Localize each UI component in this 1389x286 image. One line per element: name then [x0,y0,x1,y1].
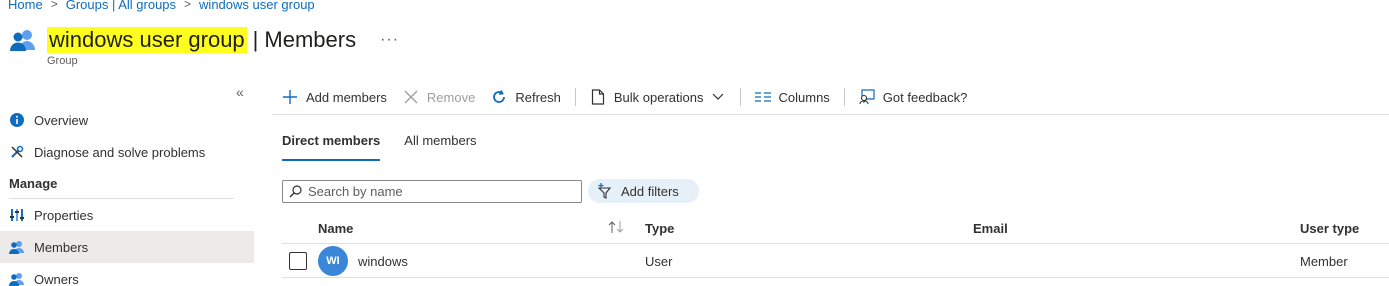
feedback-button[interactable]: Got feedback? [859,84,968,110]
breadcrumb-home[interactable]: Home [8,0,43,12]
sidebar-item-label: Overview [34,112,89,128]
add-filters-button[interactable]: Add filters [588,179,699,203]
remove-label: Remove [426,89,476,105]
page-title: windows user group | Members [47,27,356,53]
remove-button[interactable]: Remove [403,84,475,110]
breadcrumb-chevron-icon: > [184,0,192,11]
document-icon [590,89,606,105]
add-filters-label: Add filters [621,183,679,199]
sidebar-item-members[interactable]: Members [0,231,254,263]
column-header-user-type[interactable]: User type [1300,221,1359,236]
toolbar-separator [574,88,576,106]
column-header-type[interactable]: Type [645,221,674,236]
breadcrumb-groups[interactable]: Groups | All groups [66,0,176,12]
search-icon [288,185,302,199]
cell-user-type: Member [1300,254,1348,269]
page-subtitle: Group [47,55,78,67]
avatar: WI [318,246,348,276]
toolbar-divider [272,114,1389,115]
group-icon [8,25,38,55]
sidebar-item-label: Members [34,239,89,255]
breadcrumb: Home > Groups | All groups > windows use… [8,0,315,12]
sidebar-item-owners[interactable]: Owners [0,263,254,286]
columns-button[interactable]: Columns [754,84,830,110]
sidebar-item-diagnose[interactable]: Diagnose and solve problems [0,136,254,168]
search-input[interactable] [308,184,568,199]
sidebar-item-label: Owners [34,271,79,286]
add-members-label: Add members [306,89,387,105]
table-row[interactable]: WI windows User Member [282,244,1389,278]
plus-icon [282,89,298,105]
column-header-name[interactable]: Name [318,221,353,236]
title-separator: | [252,27,259,52]
feedback-icon [859,89,875,105]
columns-label: Columns [778,89,830,105]
sidebar-item-properties[interactable]: Properties [0,199,254,231]
sidebar-item-label: Properties [34,207,94,223]
column-header-email[interactable]: Email [973,221,1008,236]
search-box [282,180,582,203]
breadcrumb-current-group[interactable]: windows user group [199,0,315,12]
chevron-down-icon [710,89,726,105]
member-tabs: Direct members All members [282,133,501,161]
bulk-operations-label: Bulk operations [613,89,704,105]
filter-add-icon [598,183,616,199]
tab-direct-members[interactable]: Direct members [282,133,381,161]
refresh-button[interactable]: Refresh [491,84,561,110]
sidebar-item-overview[interactable]: Overview [0,104,254,136]
page-title-section: Members [264,27,357,52]
more-options-icon[interactable]: ··· [380,31,399,49]
properties-icon [9,207,25,223]
toolbar-separator [739,88,741,106]
bulk-operations-button[interactable]: Bulk operations [590,84,726,110]
add-members-button[interactable]: Add members [282,84,387,110]
members-icon [9,239,25,255]
tab-all-members[interactable]: All members [404,133,476,161]
sidebar-nav: Overview Diagnose and solve problems Man… [0,104,254,286]
toolbar-separator [843,88,845,106]
sort-icon[interactable] [608,220,626,237]
sidebar-item-label: Diagnose and solve problems [34,144,206,160]
command-bar: Add members Remove Refresh Bulk operatio… [282,84,967,110]
page-title-group-name: windows user group [47,27,247,53]
breadcrumb-chevron-icon: > [50,0,58,11]
info-icon [9,112,25,128]
members-table: Name Type Email User type WI windows Use… [282,214,1389,278]
wrench-icon [9,144,25,160]
owners-icon [9,271,25,286]
collapse-sidebar-icon[interactable]: « [236,84,244,100]
sidebar-section-manage: Manage [9,175,58,191]
row-checkbox[interactable] [289,252,307,270]
cell-name[interactable]: windows [358,254,408,269]
cell-type: User [645,254,673,269]
page-header: windows user group | Members ··· [8,24,399,56]
close-icon [403,89,419,105]
table-header: Name Type Email User type [282,214,1389,244]
feedback-label: Got feedback? [882,89,968,105]
refresh-icon [491,89,507,105]
columns-icon [754,89,771,105]
refresh-label: Refresh [515,89,561,105]
